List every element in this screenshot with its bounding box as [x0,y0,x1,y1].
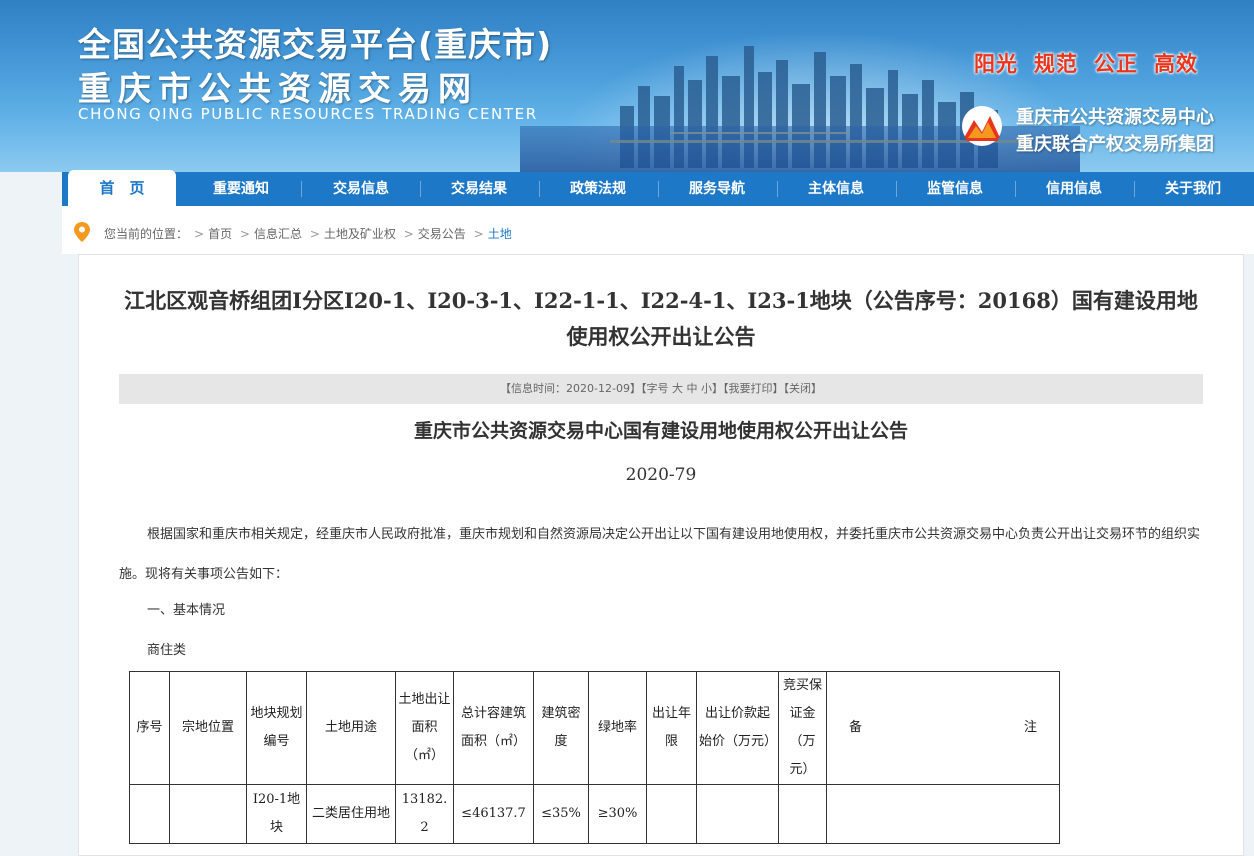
remark-header-char: 备 [849,720,863,735]
breadcrumb: 您当前的位置： > 首页 > 信息汇总 > 土地及矿业权 > 交易公告 > 土地 [62,206,1254,254]
nav-item-entity-info[interactable]: 主体信息 [777,172,895,206]
font-size-large-link[interactable]: 大 [672,382,683,395]
breadcrumb-link-land[interactable]: 土地 [488,227,512,241]
nav-item-home[interactable]: 首 页 [68,170,176,206]
slogan-word: 规范 [1034,52,1078,76]
nav-item-notices[interactable]: 重要通知 [182,172,300,206]
cell-start-price [696,784,779,844]
table-row: I20-1地块 二类居住用地 13182.2 ≤46137.7 ≤35% ≥30… [129,784,1060,844]
main-nav: 首 页 重要通知 交易信息 交易结果 政策法规 服务导航 主体信息 监管信息 信… [62,170,1254,206]
breadcrumb-separator: > [473,227,484,241]
breadcrumb-separator: > [309,227,320,241]
article-title: 江北区观音桥组团I分区I20-1、I20-3-1、I22-1-1、I22-4-1… [124,288,1198,349]
header-banner: 全国公共资源交易平台(重庆市) 重庆市公共资源交易网 CHONG QING PU… [0,0,1254,172]
land-parcel-table: 序号 宗地位置 地块规划编号 土地用途 土地出让面积（㎡） 总计容建筑面积（㎡）… [129,671,1060,844]
announcement-number: 2020-79 [625,465,697,485]
breadcrumb-link-land-mining[interactable]: 土地及矿业权 [324,227,396,241]
slogan-word: 高效 [1154,52,1198,76]
location-pin-icon [74,222,90,242]
breadcrumb-separator: > [194,227,205,241]
table-header-row: 序号 宗地位置 地块规划编号 土地用途 土地出让面积（㎡） 总计容建筑面积（㎡）… [129,671,1060,785]
breadcrumb-prefix: 您当前的位置： [104,227,189,241]
article-info-bar: 【信息时间：2020-12-09】【字号 大 中 小】【我要打印】【关闭】 [119,374,1203,404]
category-label: 商住类 [147,643,187,658]
breadcrumb-separator: > [403,227,414,241]
col-header-gfa: 总计容建筑面积（㎡） [453,671,534,785]
cell-remark [826,784,1060,844]
slogan-word: 阳光 [974,52,1018,76]
cell-deposit [778,784,827,844]
col-header-area: 土地出让面积（㎡） [395,671,454,785]
col-header-plot-code: 地块规划编号 [246,671,307,785]
col-header-seq: 序号 [129,671,170,785]
font-size-label: 【字号 [640,382,669,395]
org-name-line1: 重庆市公共资源交易中心 [1016,107,1214,128]
cell-plot-code: I20-1地块 [246,784,307,844]
cell-land-use: 二类居住用地 [306,784,396,844]
col-header-remark: 备 注 [826,671,1060,785]
nav-item-supervision[interactable]: 监管信息 [896,172,1014,206]
slogan-word: 公正 [1094,52,1138,76]
font-size-medium-link[interactable]: 中 [686,382,697,395]
col-header-density: 建筑密度 [533,671,589,785]
print-link[interactable]: 【我要打印】 [723,382,784,395]
section-heading: 一、基本情况 [147,603,226,618]
announcement-subtitle: 重庆市公共资源交易中心国有建设用地使用权公开出让公告 [413,420,908,442]
intro-paragraph: 根据国家和重庆市相关规定，经重庆市人民政府批准，重庆市规划和自然资源局决定公开出… [119,527,1201,582]
col-header-start-price: 出让价款起始价（万元） [696,671,779,785]
article-card: 江北区观音桥组团I分区I20-1、I20-3-1、I22-1-1、I22-4-1… [78,254,1244,856]
nav-item-trade-info[interactable]: 交易信息 [302,172,420,206]
info-date: 【信息时间：2020-12-09】 [500,382,641,395]
breadcrumb-link-summary[interactable]: 信息汇总 [254,227,302,241]
slogan: 阳光 规范 公正 高效 [974,48,1198,78]
col-header-land-use: 土地用途 [306,671,396,785]
breadcrumb-link-announcements[interactable]: 交易公告 [418,227,466,241]
org-logo-icon [962,106,1002,146]
cell-location [169,784,247,844]
nav-item-credit[interactable]: 信用信息 [1015,172,1133,206]
cell-term [646,784,697,844]
nav-item-trade-results[interactable]: 交易结果 [420,172,538,206]
cell-seq [129,784,170,844]
breadcrumb-link-home[interactable]: 首页 [208,227,232,241]
col-header-green-ratio: 绿地率 [588,671,647,785]
site-title-line2: 重庆市公共资源交易网 [78,69,478,108]
breadcrumb-trail: > 首页 > 信息汇总 > 土地及矿业权 > 交易公告 > 土地 [190,225,512,242]
close-link[interactable]: 【关闭】 [783,382,822,395]
nav-item-service-guide[interactable]: 服务导航 [658,172,776,206]
cell-density: ≤35% [533,784,589,844]
col-header-location: 宗地位置 [169,671,247,785]
org-name-line2: 重庆联合产权交易所集团 [1016,134,1214,155]
site-title-line1: 全国公共资源交易平台(重庆市) [78,25,553,64]
site-title-english: CHONG QING PUBLIC RESOURCES TRADING CENT… [78,105,538,123]
col-header-deposit: 竞买保证金（万元） [778,671,827,785]
cell-green-ratio: ≥30% [588,784,647,844]
cell-gfa: ≤46137.7 [453,784,534,844]
breadcrumb-separator: > [239,227,250,241]
remark-header-char: 注 [1023,720,1037,735]
nav-item-policy[interactable]: 政策法规 [539,172,657,206]
cell-area: 13182.2 [395,784,454,844]
font-size-small-link[interactable]: 小】 [701,382,723,395]
col-header-term: 出让年限 [646,671,697,785]
nav-item-about[interactable]: 关于我们 [1134,172,1252,206]
